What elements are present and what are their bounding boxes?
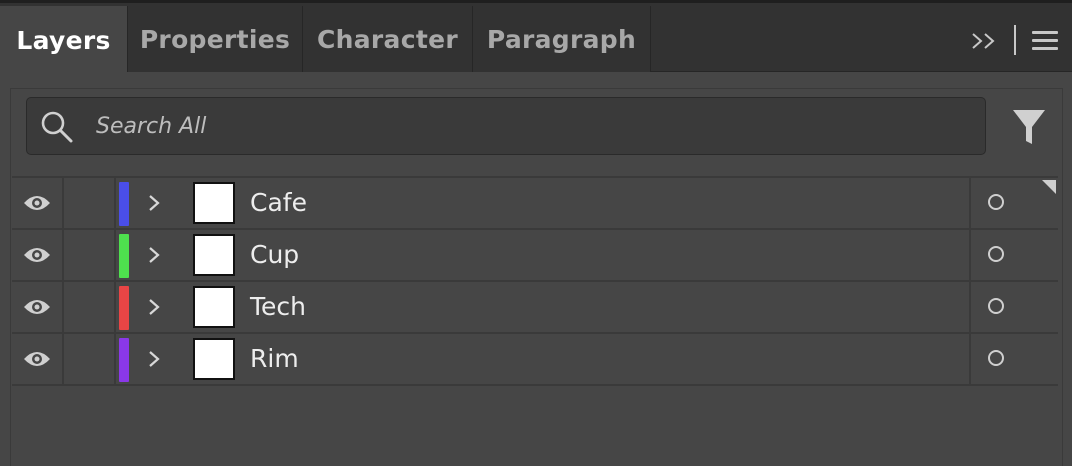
target-circle-icon[interactable] xyxy=(988,194,1004,210)
layer-thumbnail xyxy=(193,286,235,328)
hamburger-line xyxy=(1032,39,1058,42)
double-chevron-right-icon xyxy=(972,33,995,49)
layer-color-bar xyxy=(119,286,129,330)
layer-row[interactable]: Cup xyxy=(12,230,1058,282)
target-cell[interactable] xyxy=(969,178,1058,228)
layer-row[interactable]: Cafe xyxy=(12,178,1058,230)
target-circle-icon[interactable] xyxy=(988,298,1004,314)
tab-character[interactable]: Character xyxy=(303,6,473,72)
target-cell[interactable] xyxy=(969,230,1058,280)
chevron-right-icon[interactable] xyxy=(144,192,164,214)
layer-name[interactable]: Tech xyxy=(250,291,306,323)
tab-bar: Layers Properties Character Paragraph xyxy=(0,0,1072,75)
chevron-right-icon[interactable] xyxy=(144,296,164,318)
tab-layers[interactable]: Layers xyxy=(0,6,128,75)
lock-toggle[interactable] xyxy=(64,282,116,332)
toolbar-divider xyxy=(1014,25,1016,55)
eye-icon xyxy=(24,352,50,366)
layer-color-bar xyxy=(119,234,129,278)
filter-icon[interactable] xyxy=(1011,108,1047,146)
tab-paragraph[interactable]: Paragraph xyxy=(473,6,651,72)
chevron-right-icon[interactable] xyxy=(144,244,164,266)
layer-thumbnail xyxy=(193,182,235,224)
visibility-toggle[interactable] xyxy=(12,334,64,384)
panel-overflow-button[interactable] xyxy=(968,25,1000,57)
layers-panel: Layers Properties Character Paragraph Se… xyxy=(0,0,1072,466)
layers-list: Cafe Cup Tech Rim xyxy=(12,176,1058,466)
eye-icon xyxy=(24,300,50,314)
tab-bar-empty-area xyxy=(651,6,1072,72)
hamburger-menu-icon xyxy=(1032,31,1058,34)
hamburger-line xyxy=(1032,47,1058,50)
layer-name[interactable]: Cafe xyxy=(250,187,307,219)
panel-menu-button[interactable] xyxy=(1030,29,1060,53)
visibility-toggle[interactable] xyxy=(12,230,64,280)
layer-row[interactable]: Rim xyxy=(12,334,1058,386)
layer-color-bar xyxy=(119,182,129,226)
target-circle-icon[interactable] xyxy=(988,350,1004,366)
search-input[interactable] xyxy=(96,104,956,148)
layer-thumbnail xyxy=(193,234,235,276)
eye-icon xyxy=(24,196,50,210)
target-cell[interactable] xyxy=(969,334,1058,384)
layer-name[interactable]: Rim xyxy=(250,343,299,375)
layer-color-bar xyxy=(119,338,129,382)
target-cell[interactable] xyxy=(969,282,1058,332)
lock-toggle[interactable] xyxy=(64,178,116,228)
lock-toggle[interactable] xyxy=(64,230,116,280)
visibility-toggle[interactable] xyxy=(12,178,64,228)
layer-row[interactable]: Tech xyxy=(12,282,1058,334)
eye-icon xyxy=(24,248,50,262)
target-circle-icon[interactable] xyxy=(988,246,1004,262)
layer-name[interactable]: Cup xyxy=(250,239,299,271)
chevron-right-icon[interactable] xyxy=(144,348,164,370)
lock-toggle[interactable] xyxy=(64,334,116,384)
visibility-toggle[interactable] xyxy=(12,282,64,332)
search-icon xyxy=(41,111,73,143)
tab-properties[interactable]: Properties xyxy=(128,6,303,72)
layer-thumbnail xyxy=(193,338,235,380)
current-layer-indicator-icon xyxy=(1042,180,1056,194)
